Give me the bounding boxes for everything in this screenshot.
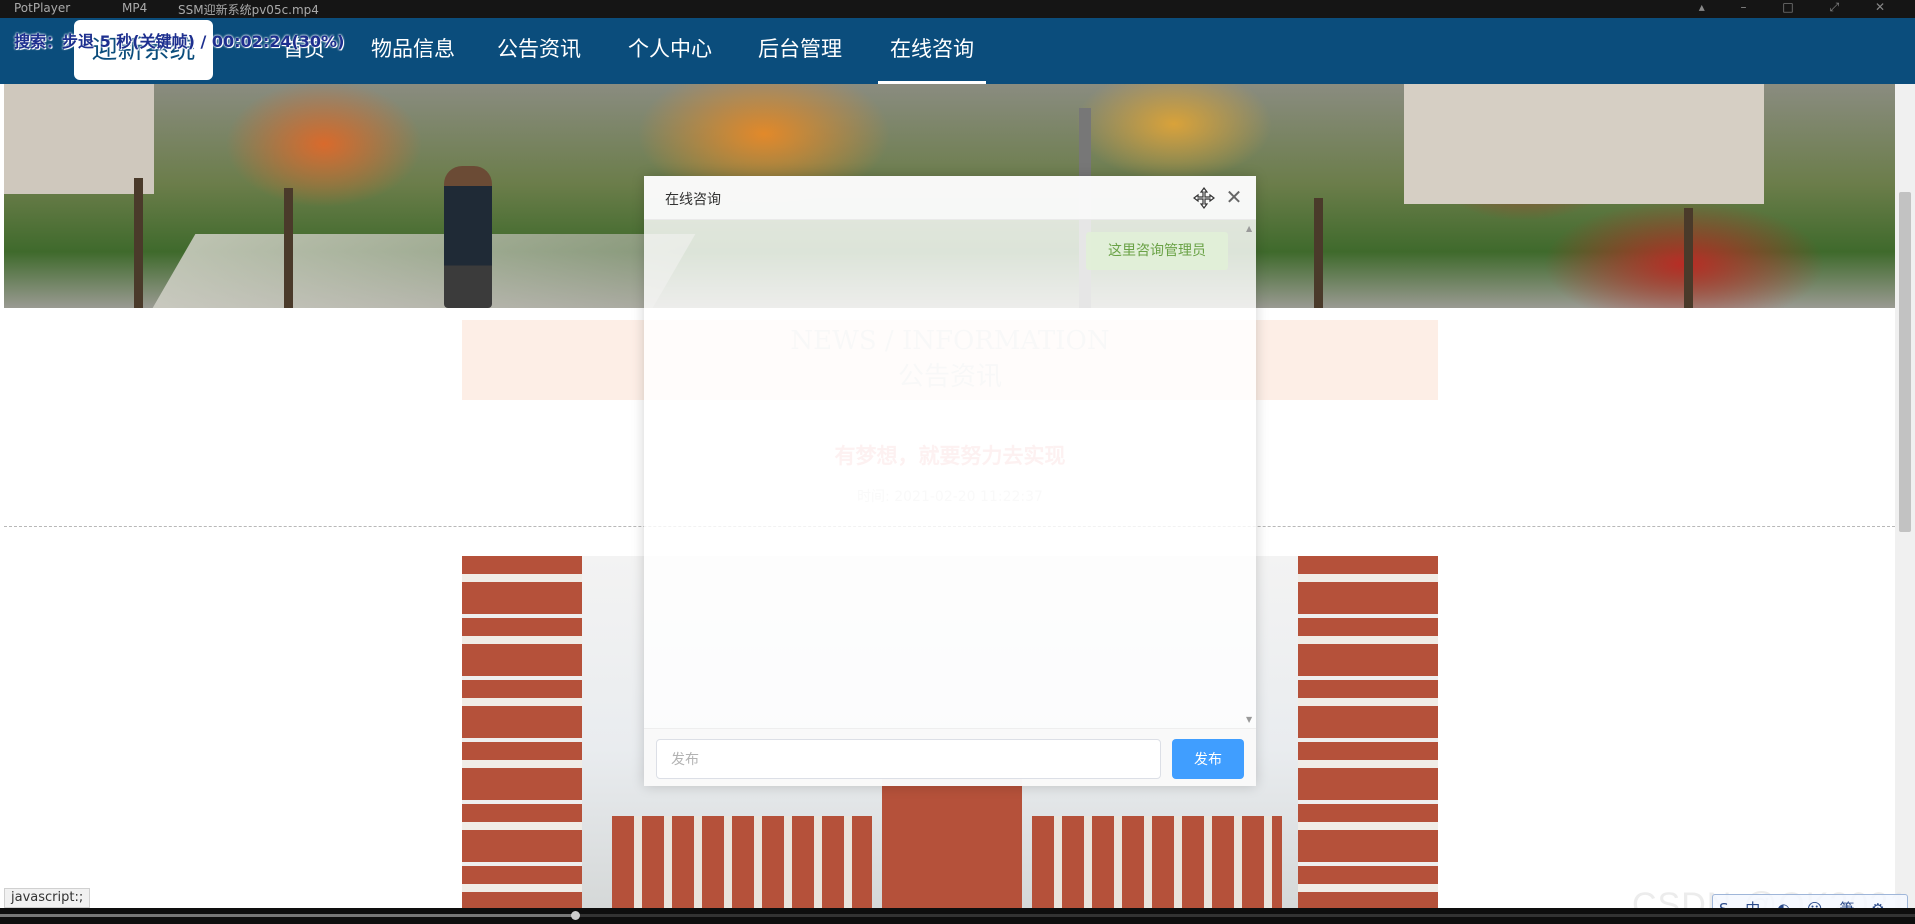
player-osd-text: 搜索：步退 5 秒(关键帧) / 00:02:24(30%) (14, 32, 345, 51)
web-page: 迎新系统 首页 物品信息 公告资讯 个人中心 后台管理 在线咨询 NEWS / … (0, 18, 1915, 908)
chat-scrollbar[interactable]: ▲ ▼ (1244, 220, 1256, 728)
dialog-title: 在线咨询 (665, 192, 721, 208)
page-scrollbar[interactable] (1895, 84, 1915, 908)
nav-personal-center[interactable]: 个人中心 (628, 18, 712, 84)
player-format: MP4 (122, 1, 148, 15)
scroll-up-arrow-icon[interactable]: ▲ (1246, 224, 1252, 233)
page-scrollbar-thumb[interactable] (1899, 192, 1911, 532)
online-consult-dialog: 在线咨询 ✕ 这里咨询管理员 ▲ ▼ 发布 (644, 176, 1256, 786)
player-title-bar: PotPlayer MP4 SSM迎新系统pv05c.mp4 ▴ – □ ⤢ ✕ (0, 0, 1915, 18)
nav-online-consult[interactable]: 在线咨询 (878, 18, 986, 84)
player-filename: SSM迎新系统pv05c.mp4 (178, 3, 319, 17)
ime-toolbar[interactable]: S 中 ◐ ☺ 筆 ⚙ (1712, 894, 1908, 908)
nav-announcements[interactable]: 公告资讯 (497, 18, 581, 84)
player-control-bar (0, 908, 1915, 924)
seek-progress (0, 914, 575, 917)
send-button[interactable]: 发布 (1172, 739, 1244, 779)
nav-items-info[interactable]: 物品信息 (371, 18, 455, 84)
browser-status-bar: javascript:; (4, 888, 91, 908)
dialog-header[interactable]: 在线咨询 ✕ (644, 176, 1256, 220)
admin-message-bubble: 这里咨询管理员 (1086, 232, 1228, 270)
seek-handle[interactable] (570, 911, 580, 920)
message-input[interactable] (656, 739, 1161, 779)
chat-message-area[interactable]: 这里咨询管理员 (644, 220, 1244, 728)
player-app-name: PotPlayer (14, 1, 71, 15)
window-controls[interactable]: ▴ – □ ⤢ ✕ (1699, 0, 1901, 15)
nav-admin[interactable]: 后台管理 (758, 18, 842, 84)
move-icon[interactable] (1192, 186, 1216, 210)
scroll-down-arrow-icon[interactable]: ▼ (1246, 715, 1252, 724)
dialog-footer: 发布 (644, 728, 1256, 786)
close-icon[interactable]: ✕ (1222, 185, 1246, 209)
